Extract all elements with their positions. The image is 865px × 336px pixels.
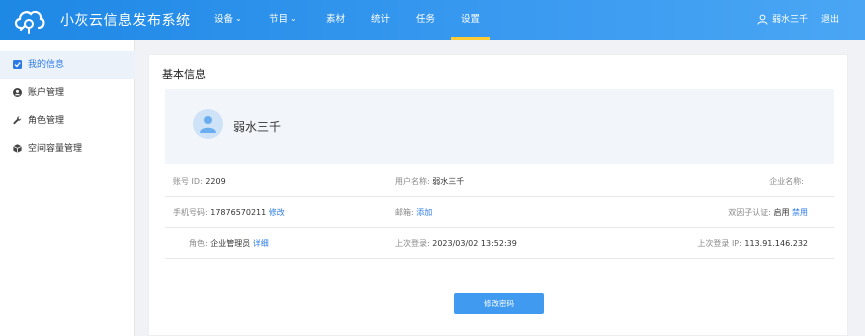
- nav-tasks[interactable]: 任务: [416, 0, 435, 40]
- info-row-contact: 手机号码: 17876570211 修改 邮箱: 添加 双因子认证: 启用 禁用: [165, 197, 834, 228]
- last-login-ip-field: 上次登录 IP: 113.91.146.232: [697, 228, 808, 259]
- top-navbar: 小灰云信息发布系统 设备 ⌄ 节目 ⌄ 素材 统计 任务 设置 弱水三千 退出: [0, 0, 865, 40]
- nav-statistics[interactable]: 统计: [371, 0, 390, 40]
- two-factor-status: 启用: [773, 208, 790, 217]
- nav-materials[interactable]: 素材: [326, 0, 345, 40]
- account-id-field: 账号 ID: 2209: [173, 166, 226, 197]
- last-login-label: 上次登录:: [395, 239, 430, 248]
- company-field: 企业名称:: [769, 166, 804, 197]
- avatar: [193, 109, 223, 139]
- change-password-button[interactable]: 修改密码: [454, 293, 544, 314]
- current-user-name[interactable]: 弱水三千: [772, 0, 808, 40]
- two-factor-field: 双因子认证: 启用 禁用: [728, 197, 808, 228]
- wrench-icon: [13, 116, 22, 125]
- edit-phone-link[interactable]: 修改: [269, 208, 285, 217]
- sidebar-item-label: 空间容量管理: [28, 144, 83, 154]
- nav-programs[interactable]: 节目 ⌄: [269, 0, 297, 40]
- info-row-account: 账号 ID: 2209 用户名称: 弱水三千 企业名称:: [165, 166, 834, 197]
- role-value: 企业管理员: [210, 239, 251, 248]
- role-label: 角色:: [189, 239, 208, 248]
- nav-settings[interactable]: 设置: [450, 0, 491, 40]
- email-field: 邮箱: 添加: [395, 197, 432, 228]
- disable-two-factor-link[interactable]: 禁用: [792, 208, 808, 217]
- cube-icon: [13, 144, 22, 153]
- last-login-field: 上次登录: 2023/03/02 13:52:39: [395, 228, 517, 259]
- sidebar-item-label: 账户管理: [28, 88, 65, 98]
- phone-label: 手机号码:: [173, 208, 208, 217]
- nav-devices[interactable]: 设备 ⌄: [214, 0, 242, 40]
- nav-programs-label: 节目: [269, 14, 289, 25]
- sidebar-item-label: 角色管理: [28, 116, 65, 126]
- profile-banner: 弱水三千: [165, 89, 834, 164]
- basic-info-card: 基本信息 弱水三千 账号 ID: 2209 用户名称: 弱水三千 企业名称: 手…: [148, 54, 848, 336]
- user-icon: [757, 14, 768, 25]
- phone-field: 手机号码: 17876570211 修改: [173, 197, 285, 228]
- sidebar-item-my-info[interactable]: 我的信息: [0, 51, 135, 79]
- nav-devices-label: 设备: [214, 14, 234, 25]
- info-row-login: 角色: 企业管理员 详细 上次登录: 2023/03/02 13:52:39 上…: [165, 228, 834, 259]
- user-circle-icon: [13, 88, 22, 97]
- chevron-down-icon: ⌄: [235, 14, 242, 23]
- sidebar: 我的信息 账户管理 角色管理 空间容量管理: [0, 40, 135, 336]
- logout-link[interactable]: 退出: [821, 0, 839, 40]
- username-label: 用户名称:: [395, 177, 430, 186]
- phone-value: 17876570211: [210, 208, 267, 217]
- add-email-link[interactable]: 添加: [416, 208, 432, 217]
- checkbox-icon: [13, 60, 22, 69]
- email-label: 邮箱:: [395, 208, 414, 217]
- last-login-ip-value: 113.91.146.232: [744, 239, 808, 248]
- card-title: 基本信息: [162, 68, 206, 81]
- profile-name: 弱水三千: [233, 120, 282, 134]
- company-label: 企业名称:: [769, 177, 804, 186]
- account-id-value: 2209: [205, 177, 226, 186]
- role-field: 角色: 企业管理员 详细: [189, 228, 269, 259]
- last-login-ip-label: 上次登录 IP:: [697, 239, 742, 248]
- avatar-person-icon: [200, 116, 216, 133]
- role-details-link[interactable]: 详细: [253, 239, 269, 248]
- account-id-label: 账号 ID:: [173, 177, 203, 186]
- app-title: 小灰云信息发布系统: [60, 13, 191, 29]
- two-factor-label: 双因子认证:: [728, 208, 771, 217]
- chevron-down-icon: ⌄: [290, 14, 297, 23]
- sidebar-item-label: 我的信息: [28, 60, 65, 70]
- sidebar-item-roles[interactable]: 角色管理: [0, 107, 135, 135]
- username-value: 弱水三千: [432, 177, 465, 186]
- sidebar-item-accounts[interactable]: 账户管理: [0, 79, 135, 107]
- sidebar-item-storage[interactable]: 空间容量管理: [0, 135, 135, 163]
- last-login-value: 2023/03/02 13:52:39: [432, 239, 517, 248]
- username-field: 用户名称: 弱水三千: [395, 166, 464, 197]
- cloud-logo-icon: [14, 10, 45, 34]
